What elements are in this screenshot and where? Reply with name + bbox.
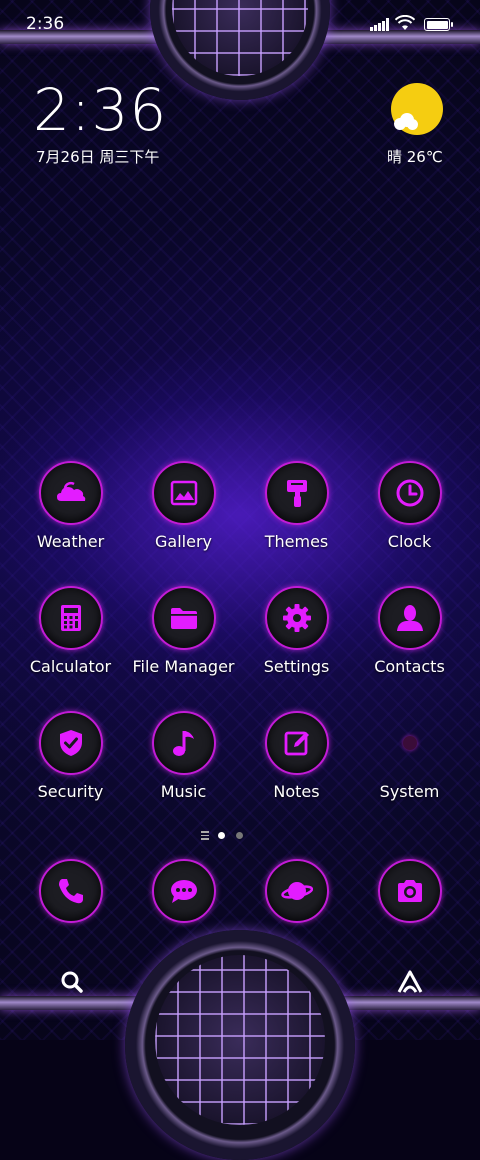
camera-icon bbox=[377, 859, 442, 923]
page-indicator[interactable] bbox=[199, 829, 249, 841]
app-label: Gallery bbox=[155, 532, 212, 551]
person-icon bbox=[377, 586, 442, 650]
gallery-image-icon bbox=[151, 461, 216, 525]
app-contacts[interactable]: Contacts bbox=[353, 586, 466, 676]
clock-icon bbox=[377, 461, 442, 525]
bottom-decor-grille bbox=[155, 955, 325, 1125]
dock-phone[interactable] bbox=[14, 859, 127, 923]
app-weather[interactable]: Weather bbox=[14, 461, 127, 551]
app-music[interactable]: Music bbox=[127, 711, 240, 801]
page-dot bbox=[236, 832, 243, 839]
app-clock[interactable]: Clock bbox=[353, 461, 466, 551]
shield-check-icon bbox=[38, 711, 103, 775]
note-edit-icon bbox=[264, 711, 329, 775]
calculator-icon bbox=[38, 586, 103, 650]
gear-icon bbox=[264, 586, 329, 650]
app-security[interactable]: Security bbox=[14, 711, 127, 801]
clock-widget-time[interactable]: 2:36 bbox=[33, 76, 167, 144]
app-label: System bbox=[379, 782, 440, 801]
app-themes[interactable]: Themes bbox=[240, 461, 353, 551]
signal-icon bbox=[370, 18, 390, 31]
app-file-manager[interactable]: File Manager bbox=[127, 586, 240, 676]
browser-planet-icon bbox=[264, 859, 329, 923]
app-settings[interactable]: Settings bbox=[240, 586, 353, 676]
battery-icon bbox=[424, 18, 453, 31]
dock-camera[interactable] bbox=[353, 859, 466, 923]
message-icon bbox=[151, 859, 216, 923]
app-label: Calculator bbox=[29, 657, 112, 676]
app-label: Security bbox=[37, 782, 104, 801]
page-dot-active bbox=[218, 832, 225, 839]
app-label: Themes bbox=[264, 532, 329, 551]
weather-widget-text[interactable]: 晴 26℃ bbox=[387, 146, 443, 167]
dock-messages[interactable] bbox=[127, 859, 240, 923]
folder-icon bbox=[151, 586, 216, 650]
app-label: Settings bbox=[263, 657, 330, 676]
cloud-icon bbox=[392, 112, 420, 130]
app-gallery[interactable]: Gallery bbox=[127, 461, 240, 551]
launcher-icon[interactable] bbox=[395, 968, 425, 996]
app-system-folder[interactable]: System bbox=[353, 711, 466, 801]
clock-widget-date[interactable]: 7月26日 周三下午 bbox=[36, 146, 159, 167]
dock-browser[interactable] bbox=[240, 859, 353, 923]
phone-icon bbox=[38, 859, 103, 923]
app-notes[interactable]: Notes bbox=[240, 711, 353, 801]
page-list-icon bbox=[201, 831, 209, 840]
app-label: Clock bbox=[387, 532, 432, 551]
weather-cloud-icon bbox=[38, 461, 103, 525]
app-label: Music bbox=[160, 782, 207, 801]
status-bar: 2:36 bbox=[0, 0, 480, 50]
system-folder-icon bbox=[378, 711, 442, 775]
app-label: File Manager bbox=[132, 657, 235, 676]
app-label: Weather bbox=[36, 532, 105, 551]
app-label: Contacts bbox=[374, 657, 445, 676]
wifi-icon bbox=[395, 15, 415, 30]
status-time: 2:36 bbox=[26, 14, 65, 34]
search-icon[interactable] bbox=[58, 968, 86, 996]
app-calculator[interactable]: Calculator bbox=[14, 586, 127, 676]
music-note-icon bbox=[151, 711, 216, 775]
app-label: Notes bbox=[273, 782, 320, 801]
paint-brush-icon bbox=[264, 461, 329, 525]
